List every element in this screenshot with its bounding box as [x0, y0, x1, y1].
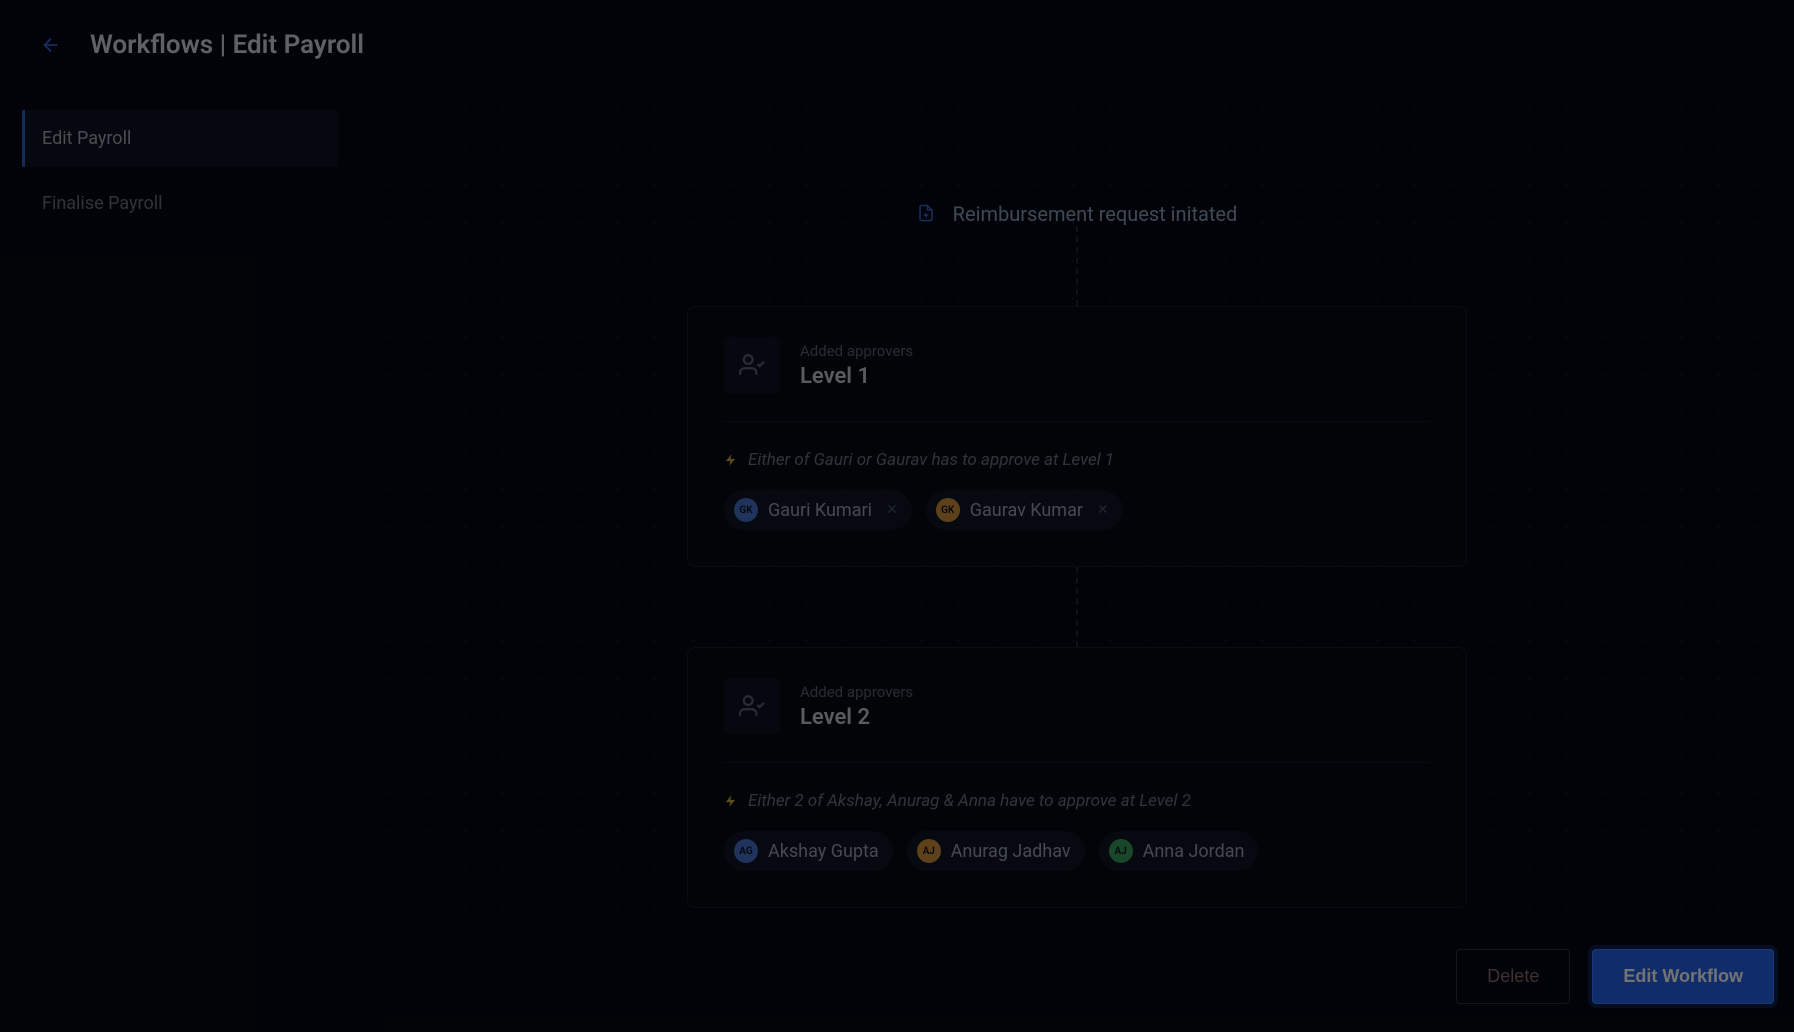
approval-level-card-1: Added approvers Level 1 Either of Gauri … — [687, 306, 1467, 567]
workflow-canvas[interactable]: Reimbursement request initated Added app… — [360, 90, 1794, 1032]
sidebar-item-finalise-payroll[interactable]: Finalise Payroll — [22, 175, 338, 232]
approval-level-card-2: Added approvers Level 2 Either 2 of Aksh… — [687, 647, 1467, 908]
avatar: GK — [936, 498, 960, 522]
lightning-icon — [724, 793, 738, 809]
initiator-text: Reimbursement request initated — [953, 202, 1238, 226]
approver-chip: AG Akshay Gupta — [724, 831, 893, 871]
lightning-icon — [724, 452, 738, 468]
approval-rule: Either of Gauri or Gaurav has to approve… — [724, 450, 1430, 470]
approver-chips: AG Akshay Gupta AJ Anurag Jadhav AJ Anna… — [724, 831, 1430, 871]
avatar: GK — [734, 498, 758, 522]
approver-name: Gauri Kumari — [768, 500, 872, 521]
approver-name: Akshay Gupta — [768, 841, 879, 862]
sidebar-item-edit-payroll[interactable]: Edit Payroll — [22, 110, 338, 167]
user-check-icon — [724, 678, 780, 734]
user-check-icon — [724, 337, 780, 393]
sidebar-item-label: Finalise Payroll — [42, 193, 163, 214]
approver-name: Anna Jordan — [1143, 841, 1245, 862]
approver-chip: GK Gaurav Kumar ✕ — [926, 490, 1123, 530]
avatar: AJ — [1109, 839, 1133, 863]
added-approvers-label: Added approvers — [800, 683, 913, 701]
avatar: AG — [734, 839, 758, 863]
card-header: Added approvers Level 2 — [724, 678, 1430, 763]
approver-name: Anurag Jadhav — [951, 841, 1071, 862]
approval-rule: Either 2 of Akshay, Anurag & Anna have t… — [724, 791, 1430, 811]
remove-approver-icon[interactable]: ✕ — [1097, 502, 1109, 518]
header: Workflows | Edit Payroll — [0, 0, 1794, 90]
connector-line — [1076, 226, 1078, 306]
workflow-initiator: Reimbursement request initated — [360, 202, 1794, 226]
approver-chips: GK Gauri Kumari ✕ GK Gaurav Kumar ✕ — [724, 490, 1430, 530]
card-header: Added approvers Level 1 — [724, 337, 1430, 422]
approver-chip: AJ Anna Jordan — [1099, 831, 1259, 871]
approver-chip: GK Gauri Kumari ✕ — [724, 490, 912, 530]
approver-chip: AJ Anurag Jadhav — [907, 831, 1085, 871]
delete-button[interactable]: Delete — [1456, 949, 1570, 1004]
document-icon — [917, 204, 935, 224]
level-title: Level 1 — [800, 364, 913, 389]
avatar: AJ — [917, 839, 941, 863]
level-title: Level 2 — [800, 705, 913, 730]
approver-name: Gaurav Kumar — [970, 500, 1083, 521]
sidebar-item-label: Edit Payroll — [42, 128, 131, 149]
sidebar: Edit Payroll Finalise Payroll — [0, 90, 360, 1032]
remove-approver-icon[interactable]: ✕ — [886, 502, 898, 518]
connector-line — [1076, 567, 1078, 647]
rule-text: Either of Gauri or Gaurav has to approve… — [748, 450, 1114, 470]
rule-text: Either 2 of Akshay, Anurag & Anna have t… — [748, 791, 1191, 811]
footer-actions: Delete Edit Workflow — [360, 920, 1794, 1032]
added-approvers-label: Added approvers — [800, 342, 913, 360]
edit-workflow-button[interactable]: Edit Workflow — [1592, 949, 1774, 1004]
back-arrow-icon[interactable] — [40, 34, 62, 56]
page-title: Workflows | Edit Payroll — [90, 30, 364, 60]
